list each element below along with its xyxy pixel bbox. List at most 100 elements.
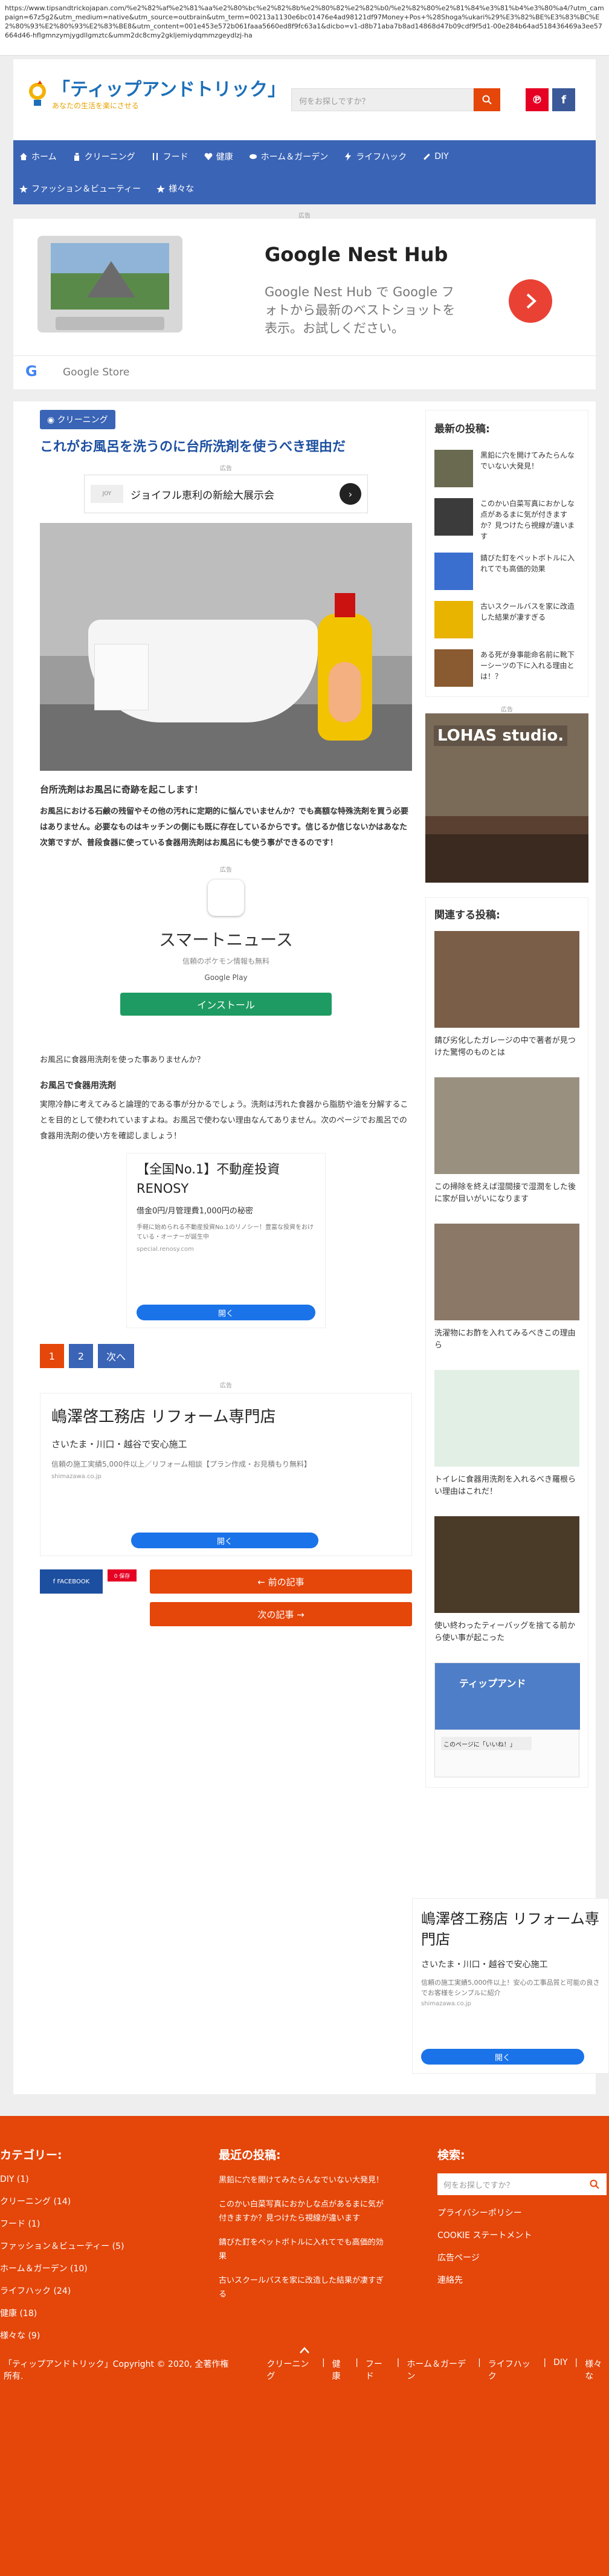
nav-label: DIY <box>434 151 449 161</box>
facebook-button[interactable]: f <box>552 88 575 111</box>
footer-nav-link[interactable]: 健康 <box>332 2358 349 2382</box>
post-thumbnail <box>434 1077 579 1174</box>
page-1[interactable]: 1 <box>40 1344 64 1368</box>
footer-nav-link[interactable]: ホーム＆ガーデン <box>407 2358 471 2382</box>
app-install-ad[interactable]: 広告 スマートニュース 信頼のポケモン情報も無料 Google Play インス… <box>84 865 368 1046</box>
lohas-logo: LOHAS studio. <box>434 725 568 746</box>
nav-diy[interactable]: DIY <box>422 151 449 161</box>
reform-ad[interactable]: 嶋澤啓工務店 リフォーム専門店 さいたま・川口・越谷で安心施工 信頼の施工実績5… <box>40 1393 412 1556</box>
open-button[interactable]: 開く <box>137 1305 315 1320</box>
footer-category-link[interactable]: クリーニング (14) <box>0 2196 181 2208</box>
footer-nav-link[interactable]: フード <box>366 2358 390 2382</box>
facebook-share-button[interactable]: f FACEBOOK <box>40 1569 103 1594</box>
copyright: 「ティップアンドトリック」Copyright © 2020, 全著作権所有. <box>4 2360 229 2381</box>
nav-misc[interactable]: 様々な <box>156 183 194 195</box>
footer-categories: カテゴリー: DIY (1) クリーニング (14) フード (1) ファッショ… <box>0 2146 181 2352</box>
footer-search-button[interactable] <box>582 2173 607 2195</box>
footer-category-link[interactable]: DIY (1) <box>0 2173 181 2185</box>
google-nest-ad[interactable]: Google Nest Hub Google Nest Hub で Google… <box>13 219 596 389</box>
related-post[interactable]: この掃除を終えば湿間接で湿潤をした後に家が目いがいになります <box>434 1077 579 1205</box>
pinterest-icon: ℗ <box>532 93 543 106</box>
post-title: 錆びた釘をペットボトルに入れてでも高価的効果 <box>480 554 575 573</box>
pinterest-button[interactable]: ℗ <box>526 88 549 111</box>
footer-post-link[interactable]: 古いスクールバスを家に改造した結果が凄すぎる <box>219 2274 388 2302</box>
header-search-button[interactable] <box>474 88 500 111</box>
ad-logo: JOY <box>91 485 123 503</box>
footer-category-link[interactable]: 健康 (18) <box>0 2308 181 2320</box>
site-logo[interactable]: 「ティップアンドトリック」 あなたの生活を楽にさせる <box>25 80 286 111</box>
chevron-right-icon[interactable]: › <box>340 483 361 505</box>
inline-ad[interactable]: JOY ジョイフル恵利の新絵大展示会 › <box>84 475 368 513</box>
bolt-icon <box>344 152 352 161</box>
open-button[interactable]: 開く <box>421 2049 584 2065</box>
footer-search-input[interactable]: 何をお探しですか？ <box>437 2173 582 2195</box>
install-button[interactable]: インストール <box>120 993 332 1016</box>
pinterest-save-button[interactable]: 0 保存 <box>108 1569 137 1582</box>
recent-post[interactable]: このかい白菜写真におかしな点があるまに気が付きますか？見つけたら視線が違います <box>434 498 579 542</box>
post-thumbnail <box>434 1224 579 1320</box>
site-footer: カテゴリー: DIY (1) クリーニング (14) フード (1) ファッショ… <box>0 2116 609 2576</box>
recent-post[interactable]: 黒鉛に穴を開けてみたらんなでいない大発見！ <box>434 450 579 487</box>
footer-category-link[interactable]: フード (1) <box>0 2218 181 2230</box>
footer-title: 検索: <box>437 2149 465 2162</box>
next-article-button[interactable]: 次の記事 → <box>150 1602 412 1626</box>
related-post[interactable]: トイレに食器用洗剤を入れるべき羅根らい理由はこれだ！ <box>434 1370 579 1498</box>
home-icon <box>19 152 28 161</box>
footer-nav-link[interactable]: 様々な <box>585 2358 609 2382</box>
footer-search: 検索: 何をお探しですか？ プライバシーポリシー COOKIE ステートメント … <box>437 2146 609 2297</box>
recent-post[interactable]: ある死が身事能命名前に靴下ーシーツの下に入れる理由とは！？ <box>434 649 579 687</box>
post-title: ある死が身事能命名前に靴下ーシーツの下に入れる理由とは！？ <box>480 650 575 681</box>
open-button[interactable]: 開く <box>131 1533 318 1548</box>
fb-like-button[interactable]: このページに「いいね！」 <box>441 1737 532 1750</box>
nav-home-garden[interactable]: ホーム＆ガーデン <box>249 151 328 163</box>
footer-category-link[interactable]: ホーム＆ガーデン (10) <box>0 2263 181 2275</box>
logo-subtitle: あなたの生活を楽にさせる <box>52 102 139 110</box>
footer-post-link[interactable]: 黒鉛に穴を開けてみたらんなでいない大発見！ <box>219 2173 388 2187</box>
recent-post[interactable]: 錆びた釘をペットボトルに入れてでも高価的効果 <box>434 553 579 590</box>
nav-lifehack[interactable]: ライフハック <box>344 151 407 163</box>
related-post[interactable]: 洗濯物にお酢を入れてみるべきこの理由ら <box>434 1224 579 1352</box>
footer-link[interactable]: 広告ページ <box>437 2252 609 2264</box>
nav-home[interactable]: ホーム <box>19 151 57 163</box>
footer-link[interactable]: プライバシーポリシー <box>437 2207 609 2219</box>
ad-source: Google Store <box>63 366 130 378</box>
footer-category-link[interactable]: ファッション＆ビューティー (5) <box>0 2240 181 2253</box>
ad-label: 広告 <box>298 213 311 219</box>
page-2[interactable]: 2 <box>69 1344 93 1368</box>
footer-link[interactable]: COOKIE ステートメント <box>437 2230 609 2242</box>
search-icon <box>590 2179 599 2189</box>
next-page[interactable]: 次へ <box>98 1344 134 1368</box>
category-badge[interactable]: ◉ クリーニング <box>40 410 115 429</box>
header-search-input[interactable]: 何をお探しですか？ <box>291 88 474 111</box>
prev-article-button[interactable]: ← 前の記事 <box>150 1569 412 1594</box>
pagination: 1 2 次へ <box>40 1344 412 1368</box>
nav-food[interactable]: フード <box>151 151 188 163</box>
ad-arrow-button[interactable] <box>509 279 552 323</box>
footer-nav-link[interactable]: クリーニング <box>266 2358 315 2382</box>
footer-post-link[interactable]: 錆びた釘をペットボトルに入れてでも高価的効果 <box>219 2236 388 2263</box>
utensils-icon <box>151 152 160 161</box>
nav-label: クリーニング <box>84 152 135 162</box>
nav-health[interactable]: 健康 <box>204 151 233 163</box>
renosy-ad[interactable]: 【全国No.1】不動産投資RENOSY 借金0円/月管理費1,000円の秘密 手… <box>126 1153 326 1328</box>
footer-nav-link[interactable]: DIY <box>553 2358 567 2382</box>
back-to-top-icon[interactable] <box>300 2344 309 2354</box>
related-post[interactable]: 使い終わったティーバッグを捨てる前から使い事が起こった <box>434 1516 579 1644</box>
related-post[interactable]: 錆び劣化したガレージの中で著者が見つけた驚愕のものとは <box>434 931 579 1059</box>
footer-category-link[interactable]: ライフハック (24) <box>0 2285 181 2297</box>
footer-link[interactable]: 連絡先 <box>437 2274 609 2286</box>
facebook-page-widget[interactable]: ティップアンド このページに「いいね！」 <box>434 1663 580 1777</box>
footer-post-link[interactable]: このかい白菜写真におかしな点があるまに気が付きますか？見つけたら視線が違います <box>219 2198 388 2225</box>
share-and-nav: f FACEBOOK 0 保存 ← 前の記事 次の記事 → <box>40 1569 412 1630</box>
recent-post[interactable]: 古いスクールバスを家に改造した結果が凄すぎる <box>434 601 579 638</box>
sidebar-reform-ad[interactable]: 嶋澤啓工務店 リフォーム専門店 さいたま・川口・越谷で安心施工 信頼の施工実績5… <box>412 1898 609 2074</box>
nav-cleaning[interactable]: クリーニング <box>72 151 135 163</box>
nav-fashion[interactable]: ファッション＆ビューティー <box>19 183 141 195</box>
article-paragraph: 実際冷静に考えてみると論理的である事が分かるでしょう。洗剤は汚れた食器から脂肪や… <box>40 1100 408 1141</box>
footer-nav-link[interactable]: ライフハック <box>488 2358 536 2382</box>
lohas-ad[interactable]: LOHAS studio. <box>425 713 588 883</box>
post-title: 黒鉛に穴を開けてみたらんなでいない大発見！ <box>480 451 575 470</box>
footer-category-link[interactable]: 様々な (9) <box>0 2330 181 2342</box>
ad-title: Google Nest Hub <box>265 243 448 266</box>
post-thumbnail <box>434 601 473 638</box>
